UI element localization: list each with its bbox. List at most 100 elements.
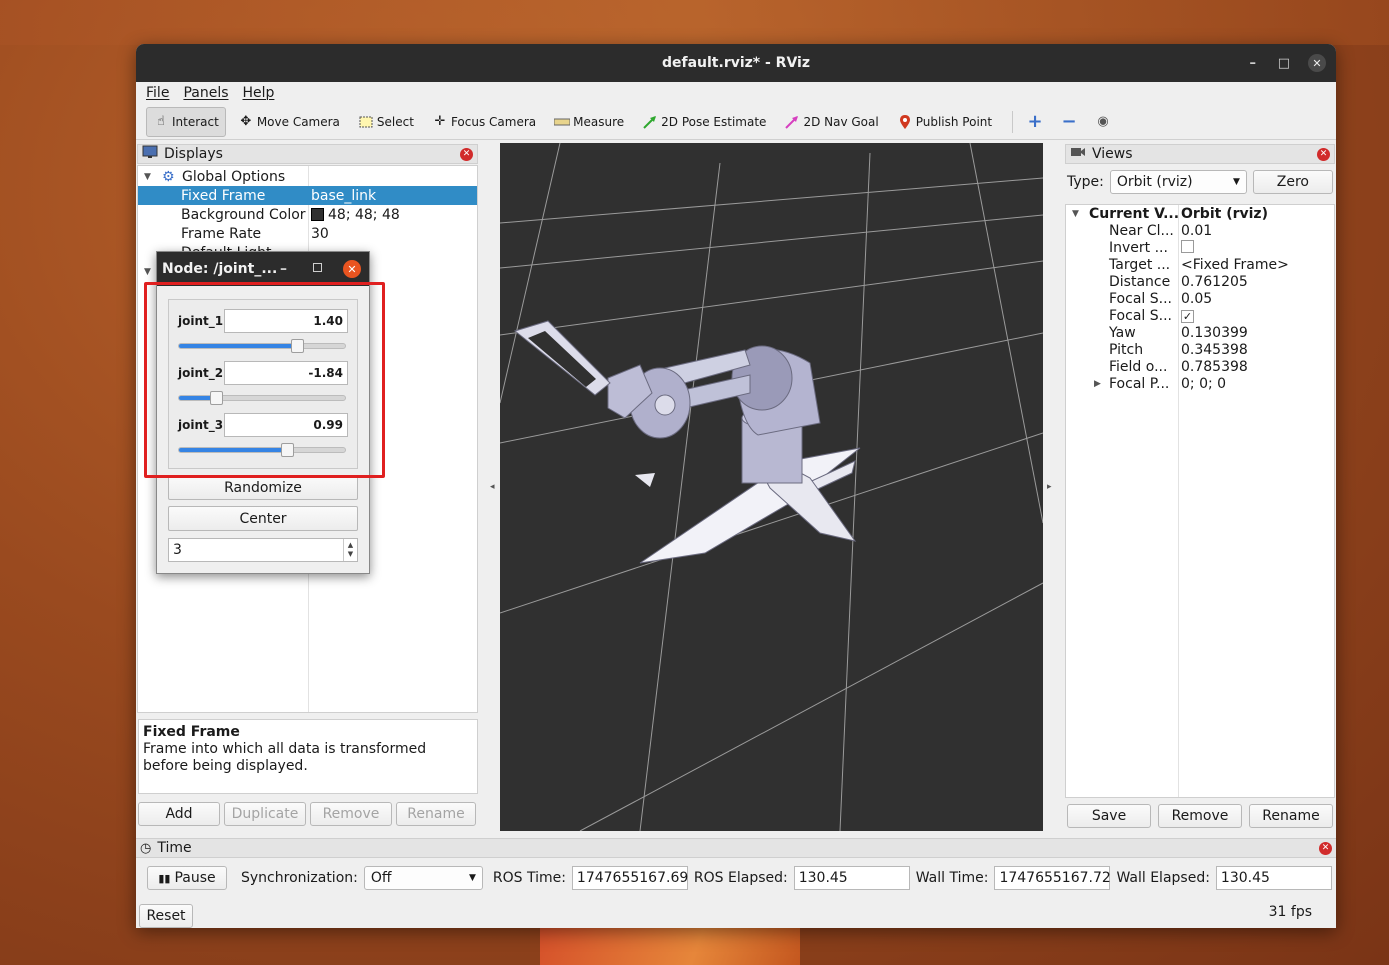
close-icon[interactable]: ✕: [1319, 841, 1332, 855]
minimize-icon[interactable]: –: [280, 261, 287, 277]
tree-row-focal-shape-size[interactable]: Focal S... 0.05: [1066, 291, 1334, 308]
add-tool-button[interactable]: +: [1021, 107, 1049, 137]
tree-value[interactable]: base_link: [311, 188, 376, 204]
tree-row-fixed-frame[interactable]: Fixed Frame base_link: [138, 186, 477, 205]
tool-label: 2D Nav Goal: [803, 114, 879, 129]
tree-value[interactable]: 0.345398: [1181, 342, 1248, 358]
tree-value[interactable]: 0.130399: [1181, 325, 1248, 341]
tree-row-current-view[interactable]: ▼ Current V... Orbit (rviz): [1066, 206, 1334, 223]
reset-button[interactable]: Reset: [139, 904, 193, 928]
expand-arrow-icon[interactable]: ▼: [144, 267, 151, 277]
zero-button[interactable]: Zero: [1252, 170, 1333, 194]
ros-elapsed-field[interactable]: 130.45: [793, 866, 910, 890]
joint-slider[interactable]: [178, 391, 346, 405]
tree-label: Background Color: [181, 206, 306, 223]
menu-panels[interactable]: Panels: [183, 85, 228, 101]
tree-row-target-frame[interactable]: Target ... <Fixed Frame>: [1066, 257, 1334, 274]
tree-row-global-options[interactable]: ▼ ⚙ Global Options: [138, 167, 477, 186]
wall-elapsed-field[interactable]: 130.45: [1215, 866, 1332, 890]
tree-value-wrap[interactable]: ✓: [1181, 308, 1194, 324]
save-button[interactable]: Save: [1067, 804, 1151, 828]
remove-button[interactable]: Remove: [310, 802, 392, 826]
tool-2d-pose-estimate[interactable]: 2D Pose Estimate: [636, 107, 772, 137]
right-splitter-handle[interactable]: ▸: [1047, 482, 1052, 492]
tree-row-pitch[interactable]: Pitch 0.345398: [1066, 342, 1334, 359]
tool-interact[interactable]: ☝ Interact: [146, 106, 226, 137]
maximize-button[interactable]: □: [1278, 44, 1290, 82]
menu-file[interactable]: File: [146, 85, 169, 101]
remove-tool-button[interactable]: −: [1055, 107, 1083, 137]
minimize-button[interactable]: –: [1250, 44, 1257, 82]
tree-value[interactable]: 0; 0; 0: [1181, 376, 1226, 392]
dialog-title: Node: /joint_...: [162, 261, 278, 277]
joint-value-field[interactable]: 0.99: [224, 413, 348, 437]
tree-row-background-color[interactable]: Background Color 48; 48; 48: [138, 205, 477, 224]
wall-time-field[interactable]: 1747655167.72: [994, 866, 1111, 890]
ros-time-field[interactable]: 1747655167.69: [571, 866, 688, 890]
close-icon[interactable]: ✕: [460, 147, 473, 161]
sync-select[interactable]: Off ▼: [363, 866, 483, 890]
expand-arrow-icon[interactable]: ▼: [1072, 209, 1079, 219]
tree-row-yaw[interactable]: Yaw 0.130399: [1066, 325, 1334, 342]
tree-value-wrap[interactable]: [1181, 240, 1194, 257]
randomize-button[interactable]: Randomize: [168, 475, 358, 500]
close-icon[interactable]: ✕: [1317, 147, 1330, 161]
time-controls: ▮▮ Pause Synchronization: Off ▼ ROS Time…: [147, 866, 1332, 890]
plus-icon: +: [1027, 111, 1043, 132]
slider-handle[interactable]: [280, 443, 294, 457]
tool-measure[interactable]: Measure: [548, 107, 630, 137]
tree-row-frame-rate[interactable]: Frame Rate 30: [138, 224, 477, 243]
tool-move-camera[interactable]: ✥ Move Camera: [232, 107, 346, 137]
focal-shape-checkbox[interactable]: ✓: [1181, 310, 1194, 323]
tree-row-near-clip[interactable]: Near Cl... 0.01: [1066, 223, 1334, 240]
tree-row-invert[interactable]: Invert ...: [1066, 240, 1334, 257]
pink-arrow-icon: [784, 114, 800, 130]
tool-2d-nav-goal[interactable]: 2D Nav Goal: [778, 107, 884, 137]
add-button[interactable]: Add: [138, 802, 220, 826]
tree-value[interactable]: 30: [311, 226, 329, 242]
tool-publish-point[interactable]: Publish Point: [891, 107, 998, 137]
spin-box[interactable]: 3 ▲ ▼: [168, 538, 358, 562]
close-button[interactable]: ✕: [1308, 54, 1326, 72]
panels-visibility-button[interactable]: ◉: [1089, 107, 1117, 137]
close-icon[interactable]: ✕: [343, 260, 361, 278]
duplicate-button[interactable]: Duplicate: [224, 802, 306, 826]
tree-row-focal-point[interactable]: ▶ Focal P... 0; 0; 0: [1066, 376, 1334, 393]
maximize-icon[interactable]: [313, 263, 322, 272]
slider-handle[interactable]: [209, 391, 223, 405]
expand-arrow-icon[interactable]: ▼: [144, 172, 151, 182]
menu-help[interactable]: Help: [243, 85, 275, 101]
spin-arrows-icon[interactable]: ▲ ▼: [343, 539, 357, 561]
tree-value[interactable]: 0.05: [1181, 291, 1212, 307]
center-button[interactable]: Center: [168, 506, 358, 531]
remove-button[interactable]: Remove: [1158, 804, 1242, 828]
chevron-down-icon: ▼: [1232, 177, 1240, 187]
slider-handle[interactable]: [290, 339, 304, 353]
joint-name: joint_3: [178, 418, 224, 432]
joint-value-field[interactable]: -1.84: [224, 361, 348, 385]
tree-row-focal-shape-fixed[interactable]: Focal S... ✓: [1066, 308, 1334, 325]
view-type-select[interactable]: Orbit (rviz) ▼: [1109, 170, 1247, 194]
tree-value[interactable]: 0.785398: [1181, 359, 1248, 375]
tool-focus-camera[interactable]: ✛ Focus Camera: [426, 107, 542, 137]
joint-value-field[interactable]: 1.40: [224, 309, 348, 333]
minus-icon: −: [1061, 111, 1077, 132]
rename-button[interactable]: Rename: [396, 802, 476, 826]
joint-slider[interactable]: [178, 339, 346, 353]
tree-row-field-of-view[interactable]: Field o... 0.785398: [1066, 359, 1334, 376]
tree-row-distance[interactable]: Distance 0.761205: [1066, 274, 1334, 291]
tree-value-wrap[interactable]: 48; 48; 48: [311, 207, 400, 223]
tree-value[interactable]: 0.761205: [1181, 274, 1248, 290]
tool-select[interactable]: Select: [352, 107, 420, 137]
invert-checkbox[interactable]: [1181, 240, 1194, 253]
gear-icon: ⚙: [162, 168, 175, 185]
left-splitter-handle[interactable]: ◂: [490, 482, 495, 492]
tree-value[interactable]: 0.01: [1181, 223, 1212, 239]
expand-arrow-icon[interactable]: ▶: [1094, 379, 1101, 389]
rename-button[interactable]: Rename: [1249, 804, 1333, 828]
desktop-wallpaper-accent: [540, 925, 800, 965]
pause-button[interactable]: ▮▮ Pause: [147, 866, 227, 890]
3d-viewport[interactable]: [500, 143, 1043, 831]
tree-value[interactable]: <Fixed Frame>: [1181, 257, 1289, 273]
joint-slider[interactable]: [178, 443, 346, 457]
